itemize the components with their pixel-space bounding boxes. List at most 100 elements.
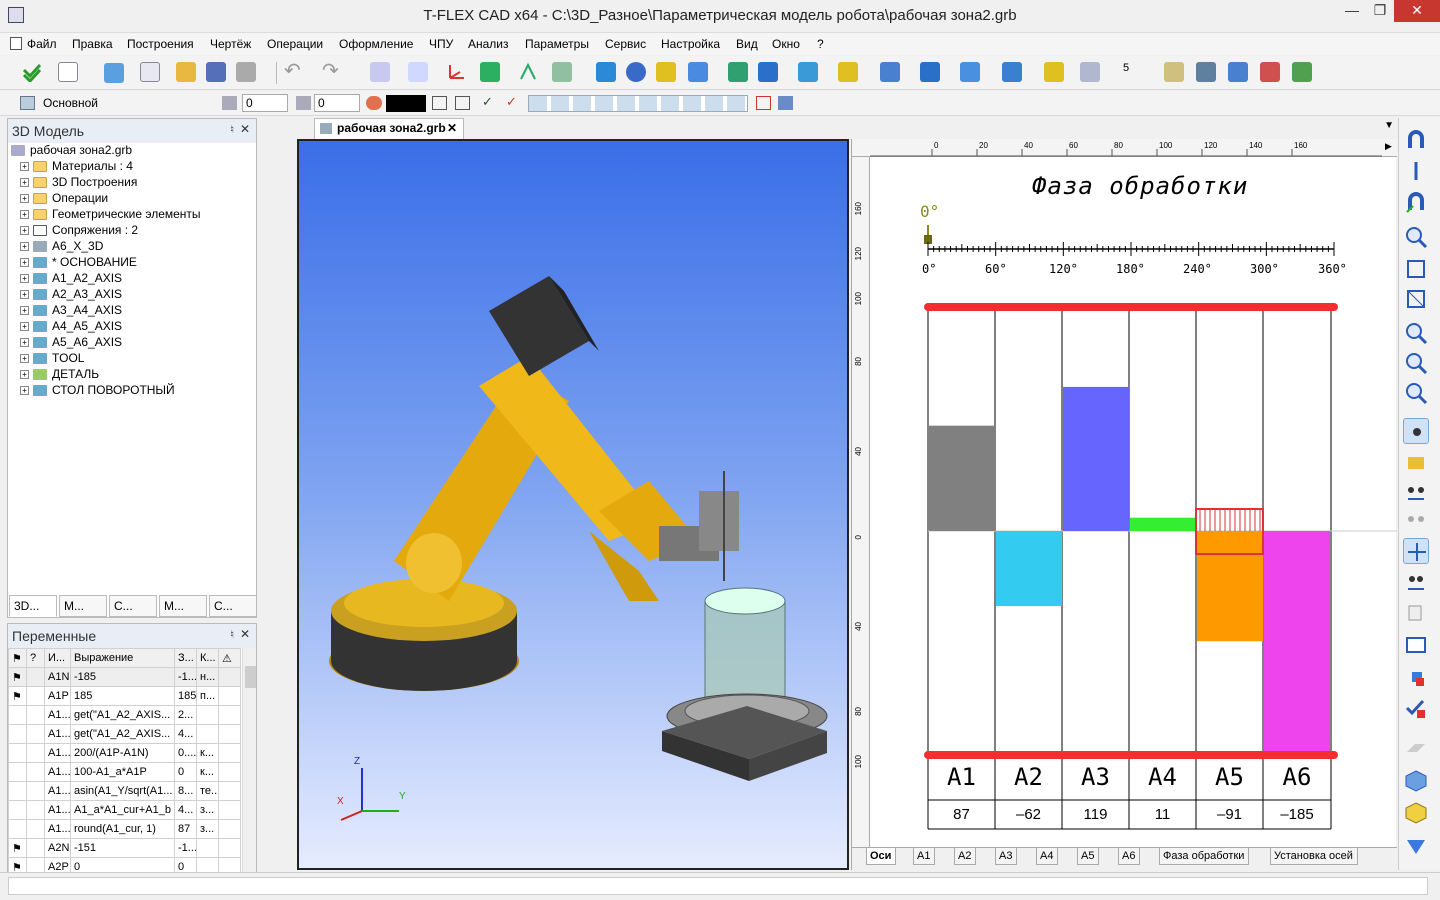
tree-item[interactable]: + A3_A4_AXIS <box>20 303 122 319</box>
expand-icon[interactable]: + <box>20 370 29 380</box>
tree-item[interactable]: + A2_A3_AXIS <box>20 287 122 303</box>
tree-item[interactable]: + Операции <box>20 191 108 207</box>
col-header[interactable]: К... <box>196 648 219 668</box>
table-filter-icon[interactable] <box>778 96 793 110</box>
select-filter2-icon[interactable]: ✓ <box>506 95 522 110</box>
shell-icon[interactable] <box>960 62 980 82</box>
path-icon[interactable] <box>552 62 572 82</box>
priority-field[interactable]: 0 <box>314 94 360 112</box>
numbering-icon[interactable] <box>1403 450 1429 476</box>
expand-icon[interactable]: + <box>20 386 29 396</box>
table-row[interactable]: A1... get("A1_A2_AXIS... 4... <box>8 724 241 744</box>
color-swatch[interactable] <box>386 95 426 112</box>
section-view-icon[interactable] <box>1403 832 1429 858</box>
doc-tab-close-icon[interactable]: ✕ <box>447 119 457 138</box>
smooth-icon[interactable] <box>880 62 900 82</box>
expand-icon[interactable]: + <box>20 258 29 268</box>
tab-components[interactable]: С... <box>209 595 257 617</box>
col-header[interactable]: И... <box>44 648 71 668</box>
var-expression[interactable]: round(A1_cur, 1) <box>70 819 175 839</box>
pin-icon[interactable]: ♮ <box>230 123 234 136</box>
zoom-all-icon[interactable] <box>1403 256 1429 282</box>
expand-icon[interactable]: + <box>20 322 29 332</box>
col-header[interactable]: ? <box>26 648 45 668</box>
window-icon[interactable] <box>140 62 160 82</box>
table-row[interactable]: A1... asin(A1_Y/sqrt(A1... 8... те... <box>8 781 241 801</box>
command-line[interactable] <box>8 877 1428 895</box>
scrollbar-thumb[interactable] <box>245 666 256 688</box>
menu-file[interactable]: Файл <box>27 37 57 51</box>
expand-icon[interactable]: + <box>20 242 29 252</box>
maximize-button[interactable]: ❐ <box>1366 0 1394 22</box>
zoom-window-icon[interactable] <box>1403 224 1429 250</box>
var-expression[interactable]: -185 <box>70 667 175 687</box>
tree-item[interactable]: + TOOL <box>20 351 84 367</box>
var-expression[interactable]: 200/(A1P-A1N) <box>70 743 175 763</box>
nodes-icon[interactable] <box>1403 570 1429 596</box>
filter-icon[interactable] <box>432 96 447 110</box>
table-row[interactable]: A1... round(A1_cur, 1) 87 з... <box>8 819 241 839</box>
warning-icon[interactable]: ⚠ <box>218 648 241 668</box>
array-icon[interactable] <box>798 62 818 82</box>
open-icon[interactable] <box>176 62 196 82</box>
magnet-icon[interactable] <box>1403 128 1429 154</box>
flag-col-header[interactable]: ⚑ <box>8 648 27 668</box>
workplane-icon[interactable] <box>408 62 428 82</box>
select-filter-icon[interactable]: ✓ <box>482 95 498 110</box>
undo-icon[interactable]: ↶ <box>284 61 304 82</box>
tab-processing-phase[interactable]: Фаза обработки <box>1159 847 1250 865</box>
level-field[interactable]: 0 <box>242 94 288 112</box>
table-row[interactable]: ⚑ A1P 185 185 п... <box>8 686 241 706</box>
cube-yellow-icon[interactable] <box>1403 800 1429 826</box>
tree-item[interactable]: +3D Построения <box>20 175 137 191</box>
zoom-prev-icon[interactable] <box>1403 380 1429 406</box>
expand-icon[interactable]: + <box>20 274 29 284</box>
table-row[interactable]: ⚑ A2N -151 -1... <box>8 838 241 858</box>
table-row[interactable]: ⚑ A2P 0 0 <box>8 857 241 872</box>
tree-item[interactable]: + СТОЛ ПОВОРОТНЫЙ <box>20 383 175 399</box>
menu-build[interactable]: Построения <box>127 37 194 51</box>
lcs-icon[interactable] <box>446 62 466 82</box>
extrude-icon[interactable] <box>596 62 616 82</box>
tab-structure[interactable]: С... <box>109 595 157 617</box>
tab-a5[interactable]: A5 <box>1077 847 1100 865</box>
grid-icon[interactable] <box>1403 538 1429 564</box>
print-icon[interactable] <box>236 62 256 82</box>
zoom-out-icon[interactable] <box>1403 350 1429 376</box>
menu-window[interactable]: Окно <box>772 37 800 51</box>
measure-icon[interactable] <box>370 62 390 82</box>
props-icon[interactable] <box>455 96 470 110</box>
check-list-icon[interactable] <box>1403 696 1429 722</box>
check-model-icon[interactable] <box>1080 62 1100 82</box>
boolean-icon[interactable] <box>838 62 858 82</box>
table-row[interactable]: A1... 100-A1_a*A1P 0 к... <box>8 762 241 782</box>
tree-item[interactable]: + A4_A5_AXIS <box>20 319 122 335</box>
spiral-icon[interactable] <box>728 62 748 82</box>
expand-icon[interactable]: + <box>20 290 29 300</box>
snap-icon[interactable] <box>1403 158 1429 184</box>
menu-operations[interactable]: Операции <box>267 37 323 51</box>
vars-scrollbar[interactable] <box>242 648 256 872</box>
window-list-icon[interactable] <box>1403 632 1429 658</box>
tab-a1[interactable]: A1 <box>913 847 936 865</box>
select-mode-icon[interactable] <box>1403 418 1429 444</box>
tree-item[interactable]: + Материалы : 4 <box>20 159 133 175</box>
var-expression[interactable]: -151 <box>70 838 175 858</box>
menu-settings[interactable]: Настройка <box>661 37 720 51</box>
tab-a3[interactable]: A3 <box>995 847 1018 865</box>
check-icon[interactable] <box>22 62 42 84</box>
table-row[interactable]: ⚑ A1N -185 -1... н... <box>8 667 241 687</box>
close-panel-icon[interactable]: ✕ <box>240 627 250 641</box>
tools-icon[interactable] <box>1164 62 1184 82</box>
drawing-view[interactable]: 0 20 40 60 80 100 120 140 160 ▶ 160 120 … <box>851 139 1397 870</box>
menu-service[interactable]: Сервис <box>605 37 646 51</box>
var-expression[interactable]: 0 <box>70 857 175 872</box>
col-header[interactable]: З... <box>174 648 197 668</box>
hidden-points-icon[interactable] <box>1403 506 1429 532</box>
3d-filter-icon[interactable] <box>756 96 771 110</box>
zoom-in-icon[interactable] <box>1403 320 1429 346</box>
blocks-icon[interactable] <box>1403 664 1429 690</box>
var-expression[interactable]: get("A1_A2_AXIS... <box>70 705 175 725</box>
sweep-icon[interactable] <box>688 62 708 82</box>
3d-viewport[interactable]: Z X Y <box>297 139 849 870</box>
